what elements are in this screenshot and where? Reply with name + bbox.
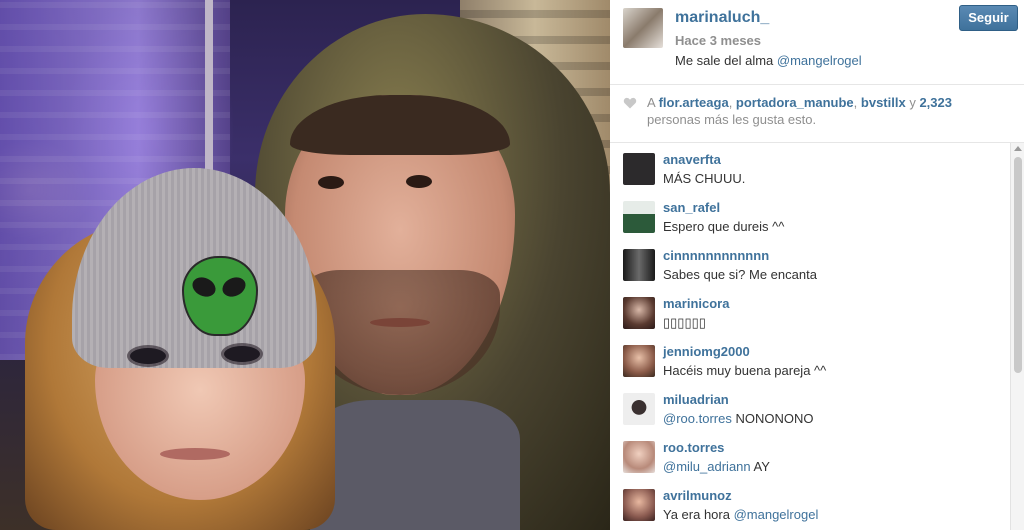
liker-bvstillx[interactable]: bvstillx	[861, 95, 906, 110]
comments-scrollbar[interactable]	[1010, 143, 1024, 530]
post-caption: Me sale del alma @mangelrogel	[675, 53, 862, 68]
street-pole	[205, 0, 213, 170]
follow-button[interactable]: Seguir	[959, 5, 1018, 31]
woman-mouth	[160, 448, 230, 460]
comment-item: miluadrian @roo.torres NONONONO	[610, 383, 1010, 431]
comment-item: anaverfta MÁS CHUUU.	[610, 143, 1010, 191]
comments-list: anaverfta MÁS CHUUU. san_rafel Espero qu…	[610, 143, 1010, 530]
comment-item: jenniomg2000 Hacéis muy buena pareja ^^	[610, 335, 1010, 383]
comment-username[interactable]: roo.torres	[663, 440, 724, 455]
comment-item: cinnnnnnnnnnnn Sabes que si? Me encanta	[610, 239, 1010, 287]
likes-count[interactable]: 2,323	[919, 95, 952, 110]
comment-body: NONONONO	[735, 411, 814, 426]
caption-text: Me sale del alma	[675, 53, 774, 68]
post-timestamp[interactable]: Hace 3 meses	[675, 33, 761, 48]
comment-text: Sabes que si? Me encanta	[663, 267, 817, 282]
comment-text: Hacéis muy buena pareja ^^	[663, 363, 827, 378]
comment-username[interactable]: miluadrian	[663, 392, 729, 407]
comment-avatar[interactable]	[623, 393, 655, 425]
woman-left-eye	[130, 348, 166, 364]
man-right-eye	[406, 175, 432, 188]
man-shirt	[310, 400, 520, 530]
man-mouth	[370, 318, 430, 327]
comment-text: @milu_adriann AY	[663, 459, 770, 474]
post-header: marinaluch_ Hace 3 meses Me sale del alm…	[610, 0, 1024, 85]
post-photo	[0, 0, 610, 530]
comment-username[interactable]: anaverfta	[663, 152, 721, 167]
comment-text: MÁS CHUUU.	[663, 171, 746, 186]
man-left-eye	[318, 176, 344, 189]
comment-avatar[interactable]	[623, 489, 655, 521]
comment-username[interactable]: san_rafel	[663, 200, 720, 215]
comment-mention[interactable]: @roo.torres	[663, 411, 732, 426]
comment-username[interactable]: marinicora	[663, 296, 729, 311]
likes-prefix: A	[647, 95, 655, 110]
comment-avatar[interactable]	[623, 345, 655, 377]
comment-item: marinicora ▯▯▯▯▯▯	[610, 287, 1010, 335]
caption-mention[interactable]: @mangelrogel	[777, 53, 862, 68]
comment-avatar[interactable]	[623, 297, 655, 329]
woman-right-eye	[224, 346, 260, 362]
comment-item: roo.torres @milu_adriann AY	[610, 431, 1010, 479]
comment-body: AY	[753, 459, 770, 474]
comment-text: @roo.torres NONONONO	[663, 411, 813, 426]
comment-mention[interactable]: @mangelrogel	[734, 507, 819, 522]
comment-avatar[interactable]	[623, 441, 655, 473]
comment-username[interactable]: avrilmunoz	[663, 488, 732, 503]
comment-text: Espero que dureis ^^	[663, 219, 785, 234]
comment-text: Ya era hora @mangelrogel	[663, 507, 818, 522]
alien-icon	[182, 256, 258, 336]
comment-item: avrilmunoz Ya era hora @mangelrogel	[610, 479, 1010, 527]
scrollbar-thumb[interactable]	[1014, 157, 1022, 373]
alien-left-eye	[189, 273, 219, 301]
likes-text: A flor.arteaga, portadora_manube, bvstil…	[647, 95, 952, 127]
likes-joiner: y	[909, 95, 916, 110]
comment-avatar[interactable]	[623, 249, 655, 281]
comment-avatar[interactable]	[623, 201, 655, 233]
comment-username[interactable]: jenniomg2000	[663, 344, 750, 359]
comment-avatar[interactable]	[623, 153, 655, 185]
alien-right-eye	[219, 273, 249, 301]
liker-flor-arteaga[interactable]: flor.arteaga	[659, 95, 729, 110]
comment-mention[interactable]: @milu_adriann	[663, 459, 751, 474]
scroll-up-arrow-icon[interactable]	[1014, 146, 1022, 151]
heart-icon[interactable]	[623, 96, 637, 110]
comment-body: Ya era hora	[663, 507, 730, 522]
comment-item: san_rafel Espero que dureis ^^	[610, 191, 1010, 239]
comment-text: ▯▯▯▯▯▯	[663, 315, 706, 330]
liker-portadora-manube[interactable]: portadora_manube	[736, 95, 854, 110]
comment-username[interactable]: cinnnnnnnnnnnn	[663, 248, 769, 263]
author-username[interactable]: marinaluch_	[675, 9, 769, 27]
likes-suffix: personas más les gusta esto.	[647, 112, 817, 127]
author-avatar[interactable]	[623, 8, 663, 48]
